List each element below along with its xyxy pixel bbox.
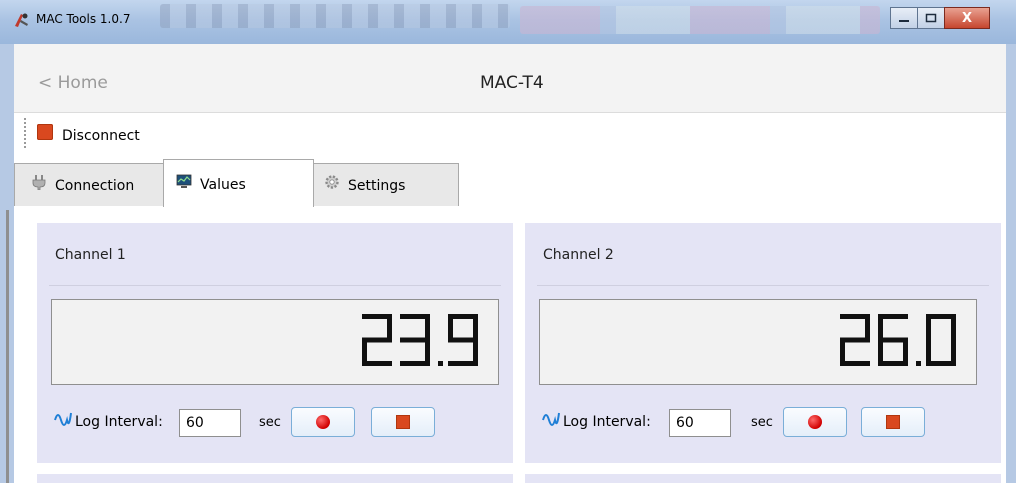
- close-icon: X: [961, 10, 973, 26]
- stop-square-icon[interactable]: [37, 124, 53, 140]
- digit-segment: [926, 314, 931, 340]
- log-interval-unit: sec: [751, 415, 773, 430]
- digit-segment: [387, 314, 392, 340]
- panel-divider: [537, 285, 989, 286]
- tab-connection-label: Connection: [55, 178, 135, 194]
- record-icon: [316, 415, 330, 429]
- close-button[interactable]: X: [944, 7, 990, 29]
- decimal-point: [916, 361, 921, 366]
- channel-panel-1: Channel 1 Log Interval: sec: [37, 223, 513, 463]
- log-interval-label: Log Interval:: [563, 414, 651, 430]
- maximize-icon: [925, 13, 937, 23]
- disconnect-button[interactable]: Disconnect: [62, 128, 140, 144]
- taskbar-blur-tabs: [520, 6, 880, 34]
- digit-segment: [448, 361, 478, 366]
- window-frame-right: [1006, 44, 1016, 483]
- toolbar: [14, 113, 1006, 159]
- tab-values-label: Values: [200, 177, 246, 193]
- window-controls: X: [890, 7, 990, 29]
- log-interval-input[interactable]: [669, 409, 731, 437]
- stop-button[interactable]: [861, 407, 925, 437]
- seven-segment-value: [840, 314, 956, 366]
- gear-icon: [325, 175, 339, 189]
- maximize-button[interactable]: [917, 7, 945, 29]
- taskbar-blur: [160, 4, 510, 28]
- digit-segment: [425, 314, 430, 340]
- digit-segment: [865, 314, 870, 340]
- window-edge: [6, 210, 9, 483]
- tab-settings[interactable]: Settings: [313, 163, 459, 206]
- monitor-chart-icon: [176, 174, 192, 188]
- app-icon: [15, 13, 28, 27]
- digit-segment: [448, 337, 478, 343]
- page-title: MAC-T4: [480, 73, 544, 93]
- tab-connection[interactable]: Connection: [14, 163, 164, 206]
- wave-icon: [54, 412, 72, 426]
- log-interval-label: Log Interval:: [75, 414, 163, 430]
- channel-panel-2: Channel 2 Log Interval: sec: [525, 223, 1001, 463]
- minimize-button[interactable]: [890, 7, 918, 29]
- digit-segment: [448, 314, 453, 340]
- panel-divider: [49, 285, 501, 286]
- digit: [840, 314, 870, 366]
- digit: [448, 314, 478, 366]
- digit: [878, 314, 908, 366]
- digit: [400, 314, 430, 366]
- digit-segment: [926, 340, 931, 366]
- window-title-bar[interactable]: MAC Tools 1.0.7 X: [0, 0, 1016, 45]
- toolbar-grip[interactable]: [24, 118, 26, 148]
- stop-button[interactable]: [371, 407, 435, 437]
- back-home-link[interactable]: < Home: [38, 73, 108, 93]
- channel-panel-3: [37, 474, 513, 483]
- log-controls: Log Interval: sec: [51, 405, 501, 437]
- tab-settings-label: Settings: [348, 178, 406, 194]
- digit-segment: [400, 361, 430, 366]
- stop-icon: [396, 415, 410, 429]
- digit-segment: [362, 361, 392, 366]
- record-button[interactable]: [291, 407, 355, 437]
- digit-segment: [951, 314, 956, 340]
- digit: [362, 314, 392, 366]
- seven-segment-value: [362, 314, 478, 366]
- value-display: [539, 299, 977, 385]
- digit-segment: [903, 340, 908, 366]
- log-controls: Log Interval: sec: [539, 405, 989, 437]
- digit-segment: [878, 314, 883, 340]
- log-interval-unit: sec: [259, 415, 281, 430]
- plug-icon: [32, 175, 46, 190]
- channel-panel-4: [525, 474, 1001, 483]
- tab-values[interactable]: Values: [163, 159, 314, 208]
- record-button[interactable]: [783, 407, 847, 437]
- channel-title: Channel 1: [55, 247, 126, 263]
- value-display: [51, 299, 499, 385]
- channel-title: Channel 2: [543, 247, 614, 263]
- digit: [926, 314, 956, 366]
- log-interval-input[interactable]: [179, 409, 241, 437]
- digit-segment: [840, 361, 870, 366]
- wave-icon: [542, 412, 560, 426]
- minimize-icon: [899, 20, 909, 22]
- digit-segment: [473, 314, 478, 340]
- decimal-point: [438, 361, 443, 366]
- stop-icon: [886, 415, 900, 429]
- record-icon: [808, 415, 822, 429]
- window-title: MAC Tools 1.0.7: [36, 12, 131, 26]
